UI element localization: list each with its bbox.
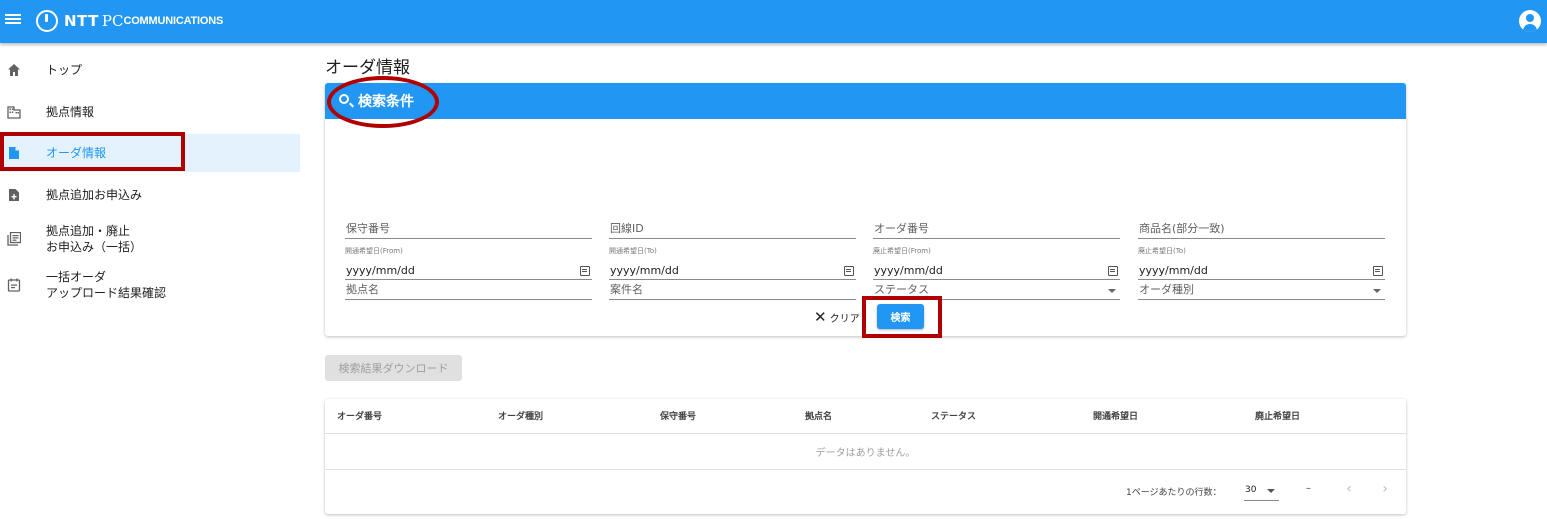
empty-message: データはありません。 [815,448,916,459]
dropdown-arrow-icon [1373,289,1381,293]
menu-icon[interactable] [5,12,21,28]
sidebar-item-label: トップ [46,63,83,77]
status-placeholder: ステータス [874,283,929,296]
maintenance-number-placeholder: 保守番号 [346,222,390,235]
sidebar-item-bulk-application[interactable]: 拠点追加・廃止 お申込み（一括） [0,222,300,256]
app-bar: NTT PC COMMUNICATIONS [0,0,1547,43]
sidebar-item-bulk-upload-results[interactable]: 一括オーダ アップロード結果確認 [0,268,300,302]
rows-per-page-select[interactable]: 30 [1244,481,1279,501]
sidebar-item-label: 拠点情報 [46,105,95,119]
clear-button-label: クリア [829,313,860,325]
order-type-placeholder: オーダ種別 [1139,283,1194,296]
site-name-field[interactable]: 拠点名 [345,280,592,300]
divider [325,469,1406,470]
close-date-to-label: 廃止希望日(To) [1138,247,1186,255]
open-date-from-label: 開通希望日(From) [345,247,403,255]
clear-button[interactable]: ✕ クリア [814,307,860,327]
logo-ntt-text: NTT [64,12,99,30]
maintenance-number-field[interactable]: 保守番号 [345,219,592,239]
highlight-box-orders [0,132,185,171]
column-header-close-date[interactable]: 廃止希望日 [1255,409,1300,422]
sidebar-item-label-line1: 拠点追加・廃止 [46,224,131,238]
highlight-box-search-button [862,296,942,338]
calendar-icon[interactable] [1373,266,1383,276]
highlight-ellipse-search-title [327,76,439,128]
project-name-placeholder: 案件名 [610,283,643,296]
dropdown-arrow-icon [1108,289,1116,293]
results-table: オーダ番号 オーダ種別 保守番号 拠点名 ステータス 開通希望日 廃止希望日 デ… [325,399,1406,514]
sidebar-item-label: 拠点追加・廃止 お申込み（一括） [46,223,142,255]
divider [325,433,1406,434]
page-title: オーダ情報 [325,58,410,78]
calendar-icon[interactable] [580,266,590,276]
close-date-from-field[interactable]: 廃止希望日(From) yyyy/mm/dd [873,246,1120,280]
open-date-to-label: 開通希望日(To) [609,247,657,255]
rows-per-page-label: 1ページあたりの行数： [1126,488,1222,498]
column-header-order-number[interactable]: オーダ番号 [337,409,382,422]
product-name-field[interactable]: 商品名(部分一致) [1138,219,1385,239]
ntt-logo-mark-icon [36,10,58,32]
order-number-placeholder: オーダ番号 [874,222,929,235]
building-icon [7,106,21,119]
open-date-to-value: yyyy/mm/dd [610,264,679,277]
rows-per-page-value: 30 [1245,485,1257,495]
calendar-icon[interactable] [1108,266,1118,276]
dropdown-arrow-icon [1267,489,1275,493]
close-icon: ✕ [814,308,827,326]
close-date-from-label: 廃止希望日(From) [873,247,931,255]
page-range: – [1306,483,1311,494]
calendar-icon[interactable] [844,266,854,276]
open-date-from-value: yyyy/mm/dd [346,264,415,277]
download-results-button[interactable]: 検索結果ダウンロード [325,355,462,381]
library-books-icon [7,232,21,246]
column-header-order-type[interactable]: オーダ種別 [498,409,543,422]
sidebar-item-sites[interactable]: 拠点情報 [0,102,300,122]
close-date-to-field[interactable]: 廃止希望日(To) yyyy/mm/dd [1138,246,1385,280]
file-add-icon [9,189,19,201]
line-id-placeholder: 回線ID [610,222,644,235]
order-type-select[interactable]: オーダ種別 [1138,280,1385,300]
open-date-to-field[interactable]: 開通希望日(To) yyyy/mm/dd [609,246,856,280]
line-id-field[interactable]: 回線ID [609,219,856,239]
column-header-maintenance-number[interactable]: 保守番号 [660,409,696,422]
sidebar-item-site-add-application[interactable]: 拠点追加お申込み [0,185,300,205]
previous-page-icon[interactable]: ‹ [1341,481,1357,497]
account-circle-icon[interactable] [1519,10,1541,32]
close-date-from-value: yyyy/mm/dd [874,264,943,277]
sidebar-item-label: 拠点追加お申込み [46,188,143,202]
sidebar-item-top[interactable]: トップ [0,60,300,80]
open-date-from-field[interactable]: 開通希望日(From) yyyy/mm/dd [345,246,592,280]
column-header-site-name[interactable]: 拠点名 [805,409,832,422]
sidebar-item-label-line2: お申込み（一括） [46,240,143,254]
column-header-status[interactable]: ステータス [931,409,976,422]
order-number-field[interactable]: オーダ番号 [873,219,1120,239]
close-date-to-value: yyyy/mm/dd [1139,264,1208,277]
sidebar-item-label: 一括オーダ アップロード結果確認 [46,269,166,301]
sidebar-item-label-line2: アップロード結果確認 [46,286,167,300]
sidebar-item-label-line1: 一括オーダ [46,270,107,284]
column-header-open-date[interactable]: 開通希望日 [1093,409,1138,422]
logo-pc-text: PC [101,12,124,30]
site-name-placeholder: 拠点名 [346,283,379,296]
sidebar: トップ 拠点情報 オーダ情報 拠点追加お申込み 拠点追加・廃止 お申込み（一括）… [0,43,300,519]
ntt-pc-logo[interactable]: NTT PC COMMUNICATIONS [36,9,223,33]
logo-communications-text: COMMUNICATIONS [123,15,224,27]
project-name-field[interactable]: 案件名 [609,280,856,300]
event-note-icon [7,278,21,292]
next-page-icon[interactable]: › [1377,481,1393,497]
home-icon [8,64,20,76]
product-name-placeholder: 商品名(部分一致) [1139,222,1225,235]
search-card-header[interactable]: 検索条件 [325,83,1406,119]
